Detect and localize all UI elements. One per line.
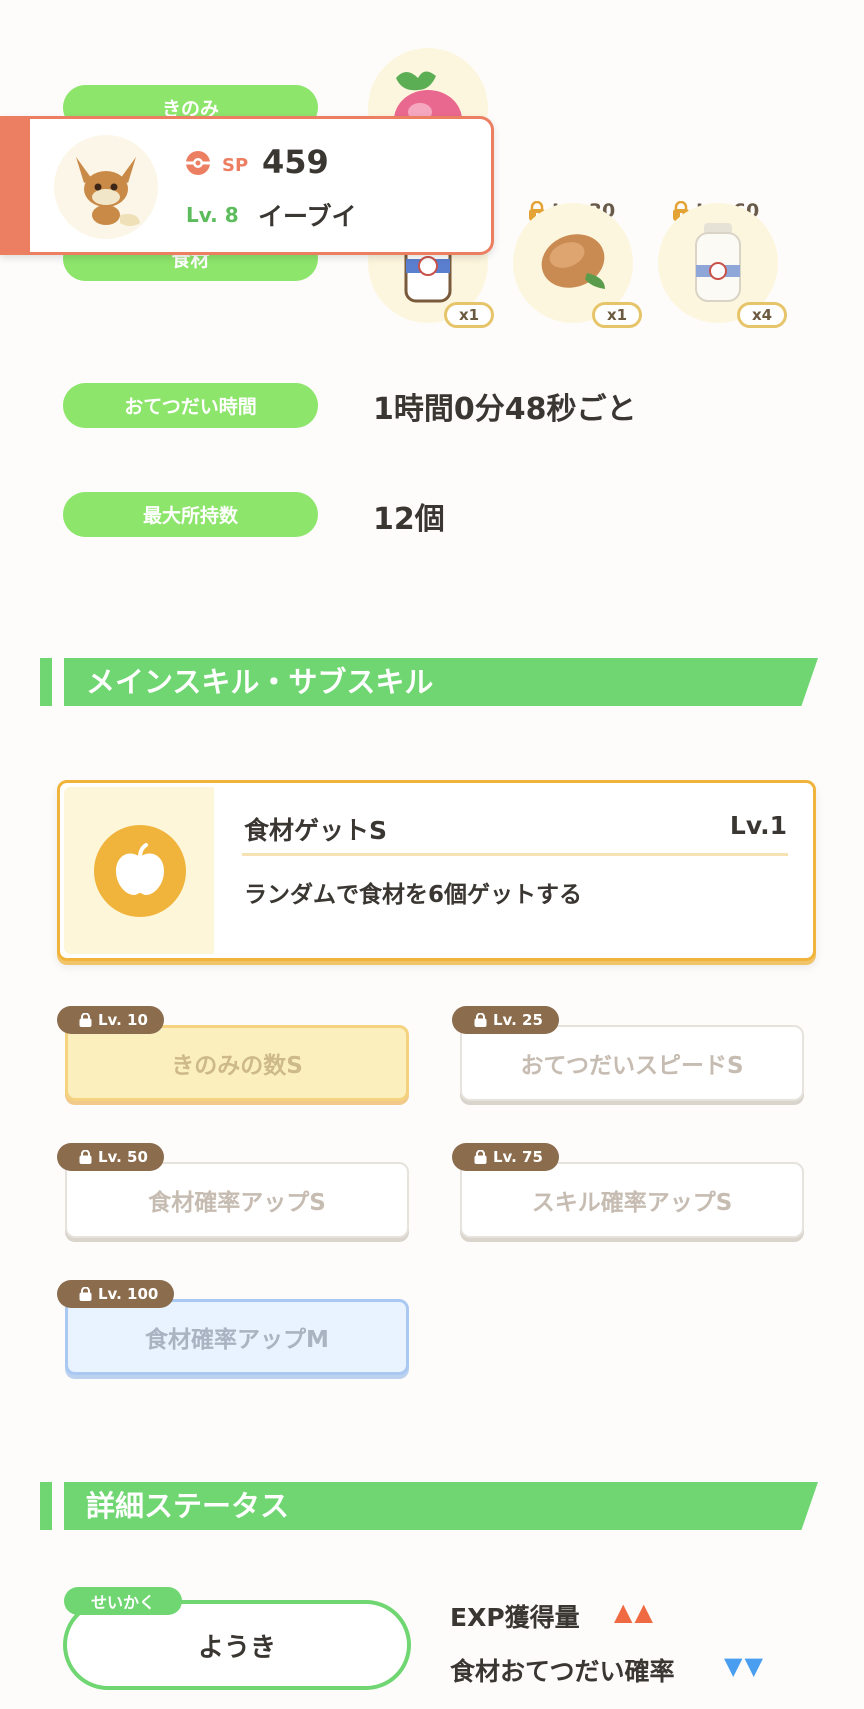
help-time-label: おてつだい時間 <box>63 383 318 428</box>
sub-skill-name-3: 食材確率アップS <box>148 1190 326 1216</box>
sub-skill-unlock-label-3: Lv. 50 <box>98 1148 148 1166</box>
nature-up-icon: ▲▲ <box>614 1598 655 1626</box>
pokeball-icon <box>184 149 212 177</box>
ingredient-qty-2: x1 <box>592 302 642 328</box>
ingredient-qty-3: x4 <box>737 302 787 328</box>
sub-skill-unlock-label-4: Lv. 75 <box>493 1148 543 1166</box>
nature-down-icon: ▼▼ <box>724 1652 765 1680</box>
sub-skill-unlock-4: Lv. 75 <box>452 1143 559 1171</box>
popup-accent-bar <box>0 116 30 255</box>
nature-tag: せいかく <box>64 1587 182 1615</box>
apple-icon <box>94 825 186 917</box>
nature-down-label: 食材おてつだい確率 <box>450 1657 675 1686</box>
sub-skill-unlock-label-1: Lv. 10 <box>98 1011 148 1029</box>
pokemon-popup[interactable]: SP 459 Lv. 8 イーブイ <box>0 116 494 255</box>
lock-icon <box>79 1149 92 1164</box>
pokemon-name: イーブイ <box>258 202 357 231</box>
sub-skill-name-5: 食材確率アップM <box>145 1327 329 1353</box>
sub-skill-2[interactable]: おてつだいスピードS <box>460 1025 804 1101</box>
sub-skill-name-2: おてつだいスピードS <box>520 1053 744 1079</box>
ingredient-qty-1: x1 <box>444 302 494 328</box>
sub-skill-unlock-3: Lv. 50 <box>57 1143 164 1171</box>
details-section-header: 詳細ステータス <box>40 1482 818 1530</box>
lock-icon <box>474 1149 487 1164</box>
main-skill-card[interactable]: 食材ゲットS Lv.1 ランダムで食材を6個ゲットする <box>57 780 816 961</box>
pokemon-avatar <box>54 135 158 239</box>
sub-skill-5[interactable]: 食材確率アップM <box>65 1299 409 1375</box>
sub-skill-unlock-2: Lv. 25 <box>452 1006 559 1034</box>
lock-icon <box>79 1286 92 1301</box>
main-skill-name: 食材ゲットS <box>244 816 388 845</box>
sub-skill-name-4: スキル確率アップS <box>531 1190 733 1216</box>
main-skill-level: Lv.1 <box>729 811 787 840</box>
nature-value: ようき <box>197 1632 276 1663</box>
sub-skill-1[interactable]: きのみの数S <box>65 1025 409 1101</box>
sp-label: SP <box>222 155 249 176</box>
sub-skill-unlock-label-2: Lv. 25 <box>493 1011 543 1029</box>
sub-skill-4[interactable]: スキル確率アップS <box>460 1162 804 1238</box>
sub-skill-unlock-label-5: Lv. 100 <box>98 1285 159 1303</box>
sub-skill-name-1: きのみの数S <box>171 1053 303 1079</box>
max-carry-label: 最大所持数 <box>63 492 318 537</box>
sub-skill-3[interactable]: 食材確率アップS <box>65 1162 409 1238</box>
sp-value: 459 <box>262 143 329 181</box>
max-carry-value: 12個 <box>373 502 445 537</box>
help-time-value: 1時間0分48秒ごと <box>373 392 637 427</box>
main-skill-divider <box>242 853 788 856</box>
details-section-title: 詳細ステータス <box>86 1489 290 1523</box>
lock-icon <box>474 1012 487 1027</box>
pokemon-level: Lv. 8 <box>186 203 239 227</box>
nature-up-label: EXP獲得量 <box>450 1603 580 1632</box>
lock-icon <box>79 1012 92 1027</box>
skills-section-header: メインスキル・サブスキル <box>40 658 818 706</box>
skills-section-title: メインスキル・サブスキル <box>86 665 434 699</box>
sub-skill-unlock-5: Lv. 100 <box>57 1280 175 1308</box>
main-skill-description: ランダムで食材を6個ゲットする <box>244 882 583 908</box>
sub-skill-unlock-1: Lv. 10 <box>57 1006 164 1034</box>
